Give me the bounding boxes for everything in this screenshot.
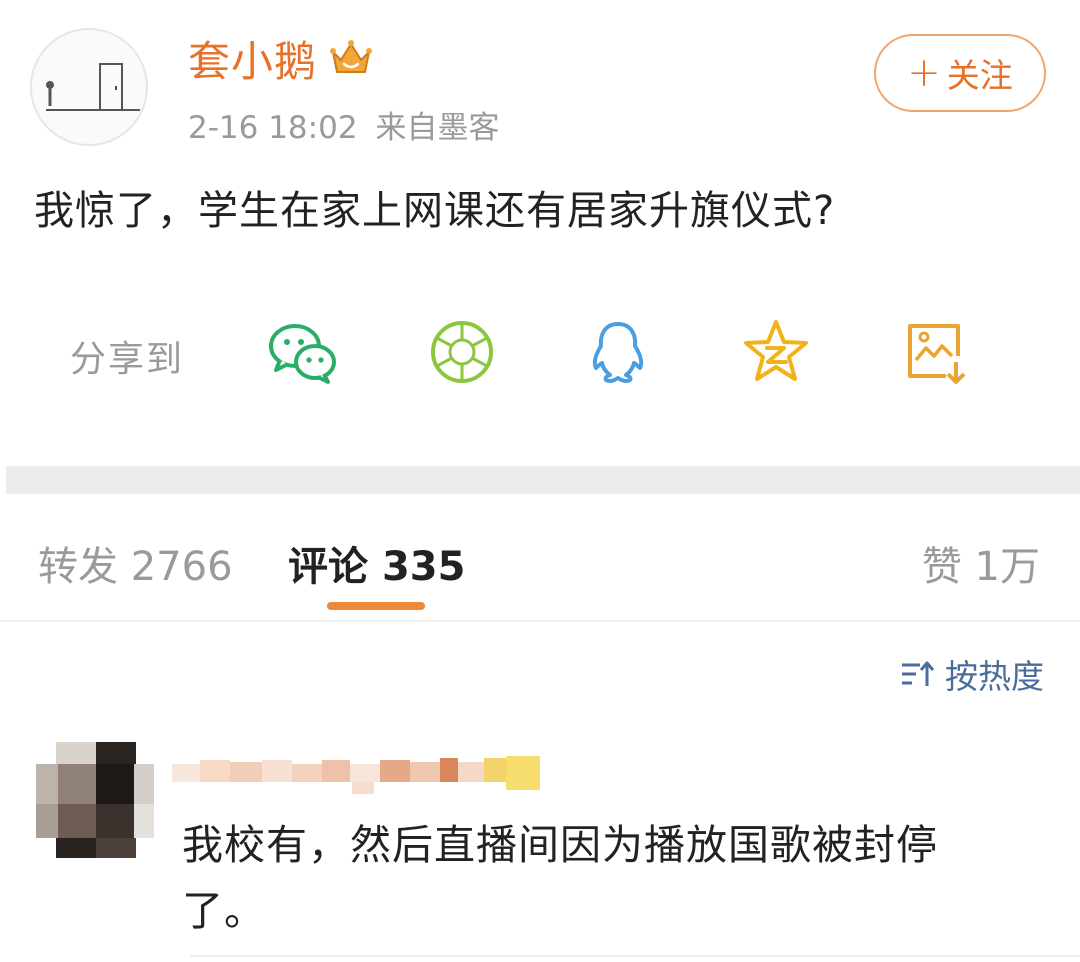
- author-name[interactable]: 套小鹅: [188, 28, 317, 89]
- share-label: 分享到: [70, 339, 185, 380]
- sort-button[interactable]: 按热度: [899, 650, 1044, 698]
- sort-icon: [902, 661, 935, 686]
- qzone-icon[interactable]: [740, 316, 812, 388]
- tab-comments-count: 335: [381, 544, 466, 590]
- tab-comments-label: 评论: [288, 544, 368, 590]
- interaction-tabs: 转发 2766 评论 335 赞 1万: [0, 494, 1080, 622]
- author-row: 套小鹅: [188, 28, 373, 88]
- follow-label: 关注: [946, 56, 1013, 95]
- tab-reposts-label: 转发: [38, 544, 118, 590]
- tab-likes-label: 赞: [921, 544, 962, 590]
- section-divider: [6, 466, 1080, 494]
- tab-likes-count: 1万: [974, 544, 1040, 590]
- tab-reposts-count: 2766: [130, 544, 233, 590]
- post-body: 我惊了，学生在家上网课还有居家升旗仪式?: [34, 188, 836, 234]
- post-meta: 2-16 18:02 来自墨客: [188, 102, 500, 147]
- tab-comments[interactable]: 评论 335: [288, 534, 465, 592]
- save-image-icon[interactable]: [900, 316, 972, 388]
- follow-button[interactable]: + 关注: [874, 34, 1046, 112]
- comment-body: 我校有，然后直播间因为播放国歌被封停了。: [182, 821, 938, 935]
- post-source: 来自墨客: [375, 110, 500, 146]
- comment-separator: [190, 955, 1080, 957]
- commenter-avatar[interactable]: [36, 742, 154, 858]
- tab-reposts[interactable]: 转发 2766: [38, 534, 233, 592]
- author-avatar[interactable]: [30, 28, 148, 146]
- sort-label: 按热度: [945, 657, 1044, 696]
- moments-icon[interactable]: [426, 316, 498, 388]
- commenter-name-blurred[interactable]: [172, 746, 542, 800]
- crown-icon[interactable]: [329, 38, 373, 78]
- active-tab-indicator: [327, 602, 425, 610]
- wechat-icon[interactable]: [266, 316, 338, 388]
- plus-icon: +: [907, 50, 941, 96]
- tab-likes[interactable]: 赞 1万: [922, 534, 1040, 592]
- weibo-post: 套小鹅 2-16 18:02 来自墨客 + 关注 我惊了，学生在家上网课还有居家升…: [0, 0, 1080, 465]
- post-date: 2-16 18:02: [188, 110, 358, 146]
- qq-icon[interactable]: [582, 316, 654, 388]
